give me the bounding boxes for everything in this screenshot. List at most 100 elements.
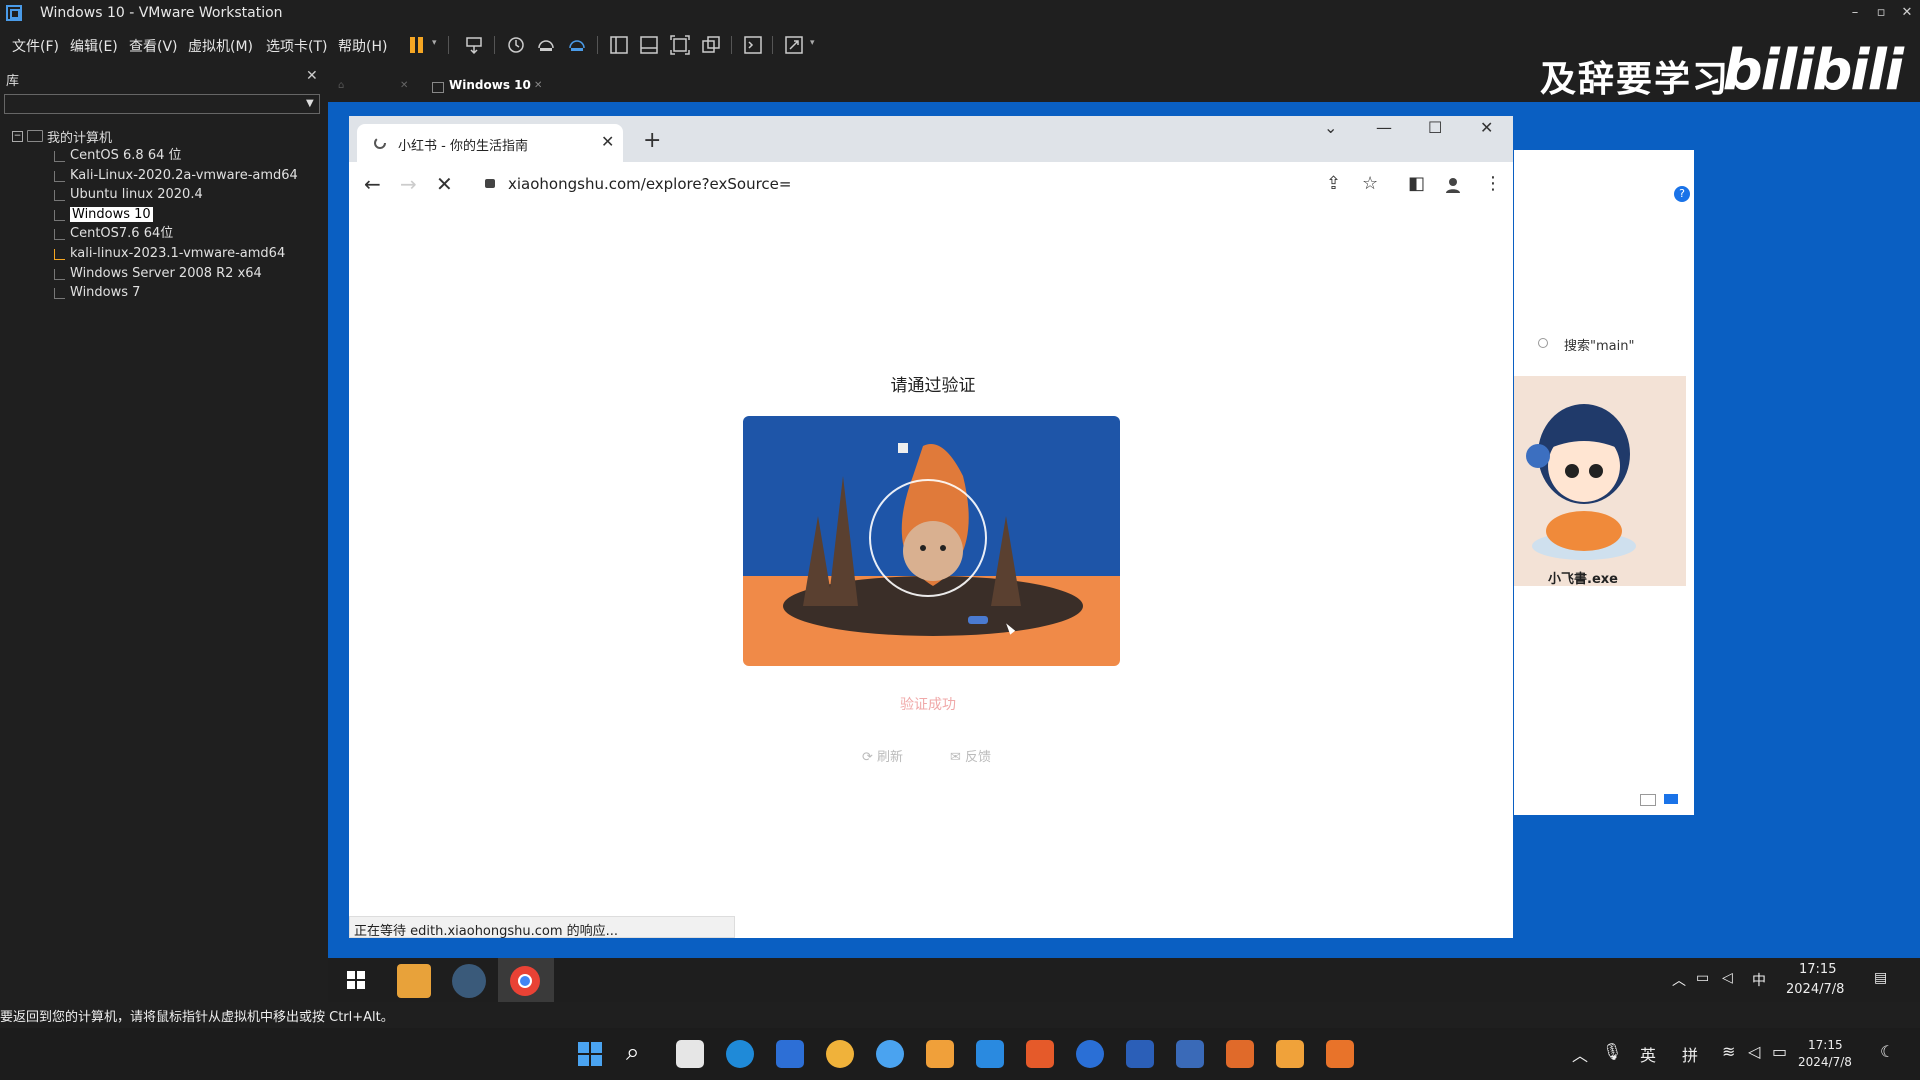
browser-maximize-button[interactable]: ☐	[1428, 118, 1442, 137]
tab-close-icon[interactable]: ✕	[534, 80, 542, 91]
menu-view[interactable]: 查看(V)	[129, 36, 178, 56]
avatar-image[interactable]	[1514, 376, 1686, 586]
monitor-app-icon[interactable]	[1176, 1040, 1204, 1068]
file-explorer-icon[interactable]	[397, 964, 431, 998]
send-keys-icon[interactable]	[463, 34, 485, 56]
forward-arrow-icon[interactable]: →	[400, 172, 417, 196]
windows-start-icon[interactable]	[576, 1040, 604, 1068]
notification-icon[interactable]: ▤	[1874, 970, 1887, 986]
host-clock-time[interactable]: 17:15	[1808, 1038, 1843, 1052]
language-indicator[interactable]: 英	[1640, 1042, 1656, 1066]
word-icon[interactable]	[1126, 1040, 1154, 1068]
chrome-taskbar-icon[interactable]	[826, 1040, 854, 1068]
search-hint[interactable]: 搜索"main"	[1564, 335, 1634, 354]
collapse-icon[interactable]: −	[12, 130, 23, 142]
address-bar[interactable]: xiaohongshu.com/explore?exSource=	[508, 175, 791, 193]
task-view-icon[interactable]	[676, 1040, 704, 1068]
sublime-icon[interactable]	[1226, 1040, 1254, 1068]
menu-kebab-icon[interactable]: ⋮	[1484, 173, 1502, 194]
wifi-icon[interactable]: ≋	[1722, 1042, 1735, 1061]
lock-icon[interactable]	[485, 179, 495, 188]
close-button[interactable]: ✕	[1896, 3, 1918, 23]
chat-app-icon[interactable]	[876, 1040, 904, 1068]
stretch-icon[interactable]	[783, 34, 805, 56]
feedback-button[interactable]: ✉ 反馈	[950, 746, 991, 765]
tab-search-icon[interactable]: ⌄	[1324, 118, 1337, 137]
vmware-taskbar-icon[interactable]	[776, 1040, 804, 1068]
volume-icon[interactable]: ◁	[1748, 1042, 1760, 1061]
vscode-icon[interactable]	[976, 1040, 1004, 1068]
browser-close-button[interactable]: ✕	[1480, 118, 1493, 137]
menu-help[interactable]: 帮助(H)	[338, 36, 387, 56]
snapshot-icon[interactable]	[505, 34, 527, 56]
vm-item[interactable]: Ubuntu linux 2020.4	[12, 185, 298, 205]
battery-icon[interactable]: ▭	[1772, 1042, 1787, 1061]
show-library-icon[interactable]	[608, 34, 630, 56]
unity-icon[interactable]	[700, 34, 722, 56]
minimize-button[interactable]: –	[1844, 3, 1866, 23]
volume-muted-icon[interactable]: ◁	[1722, 970, 1733, 986]
user-app-icon[interactable]	[452, 964, 486, 998]
view-tile-icon[interactable]	[1664, 794, 1678, 804]
vm-item[interactable]: Windows Server 2008 R2 x64	[12, 264, 298, 284]
side-panel-icon[interactable]: ◧	[1408, 173, 1425, 194]
search-icon[interactable]: ⌕	[626, 1038, 639, 1066]
vm-item-selected[interactable]: Windows 10	[12, 205, 298, 225]
library-search-input[interactable]	[4, 94, 320, 114]
folder-icon[interactable]	[1276, 1040, 1304, 1068]
pause-icon[interactable]	[406, 34, 428, 56]
thumbnail-bar-icon[interactable]	[638, 34, 660, 56]
revert-snapshot-icon[interactable]	[535, 34, 557, 56]
tray-expand-icon[interactable]: ︿	[1572, 1042, 1588, 1066]
todo-app-icon[interactable]	[1076, 1040, 1104, 1068]
refresh-button[interactable]: ⟳ 刷新	[862, 746, 903, 765]
host-clock-date[interactable]: 2024/7/8	[1798, 1055, 1852, 1069]
stretch-dropdown-icon[interactable]: ▾	[810, 38, 815, 48]
edge-icon[interactable]	[726, 1040, 754, 1068]
tree-root[interactable]: − 我的计算机	[12, 126, 298, 146]
windows-start-icon[interactable]	[346, 970, 366, 990]
vm-item[interactable]: Kali-Linux-2020.2a-vmware-amd64	[12, 166, 298, 186]
menu-tabs[interactable]: 选项卡(T)	[266, 36, 327, 56]
notification-moon-icon[interactable]: ☾	[1880, 1042, 1894, 1061]
vm-item[interactable]: kali-linux-2023.1-vmware-amd64	[12, 244, 298, 264]
chevron-down-icon[interactable]: ▼	[306, 98, 314, 109]
menu-file[interactable]: 文件(F)	[12, 36, 59, 56]
snapshot-manager-icon[interactable]	[566, 34, 588, 56]
tab-windows-10[interactable]: Windows 10	[449, 78, 531, 92]
library-close-icon[interactable]: ✕	[306, 68, 318, 84]
tray-expand-icon[interactable]: ︿	[1672, 970, 1686, 990]
back-arrow-icon[interactable]: ←	[364, 172, 381, 196]
profile-icon[interactable]	[1444, 176, 1462, 194]
browser-minimize-button[interactable]: —	[1376, 118, 1392, 137]
fullscreen-icon[interactable]	[669, 34, 691, 56]
clock-date[interactable]: 2024/7/8	[1786, 982, 1844, 997]
menu-vm[interactable]: 虚拟机(M)	[188, 36, 253, 56]
microphone-icon[interactable]: 🎙	[1602, 1042, 1622, 1061]
home-tab-icon[interactable]: ⌂	[338, 80, 344, 91]
search-tool-icon[interactable]	[926, 1040, 954, 1068]
ime-indicator[interactable]: 拼	[1682, 1042, 1698, 1066]
office-app-icon[interactable]	[1026, 1040, 1054, 1068]
captcha-rotate-ring[interactable]	[869, 479, 987, 597]
console-view-icon[interactable]	[742, 34, 764, 56]
tab-close-icon[interactable]: ✕	[601, 132, 614, 151]
network-icon[interactable]: ▭	[1696, 970, 1709, 986]
bookmark-star-icon[interactable]: ☆	[1362, 173, 1378, 194]
vm-item[interactable]: CentOS 6.8 64 位	[12, 146, 298, 166]
pause-dropdown-icon[interactable]: ▾	[432, 38, 437, 48]
pdf-app-icon[interactable]	[1326, 1040, 1354, 1068]
vm-item[interactable]: CentOS7.6 64位	[12, 224, 298, 244]
ime-indicator[interactable]: 中	[1752, 970, 1766, 990]
maximize-button[interactable]: ▫	[1870, 3, 1892, 23]
help-icon[interactable]: ?	[1674, 186, 1690, 202]
chrome-icon[interactable]	[508, 964, 542, 998]
clock-time[interactable]: 17:15	[1799, 962, 1836, 977]
new-tab-button[interactable]: +	[643, 128, 661, 153]
tab-close-icon[interactable]: ✕	[400, 80, 408, 91]
share-icon[interactable]: ⇪	[1326, 173, 1341, 194]
stop-loading-icon[interactable]: ✕	[436, 172, 453, 196]
vm-item[interactable]: Windows 7	[12, 283, 298, 303]
view-list-icon[interactable]	[1640, 794, 1656, 806]
menu-edit[interactable]: 编辑(E)	[70, 36, 118, 56]
